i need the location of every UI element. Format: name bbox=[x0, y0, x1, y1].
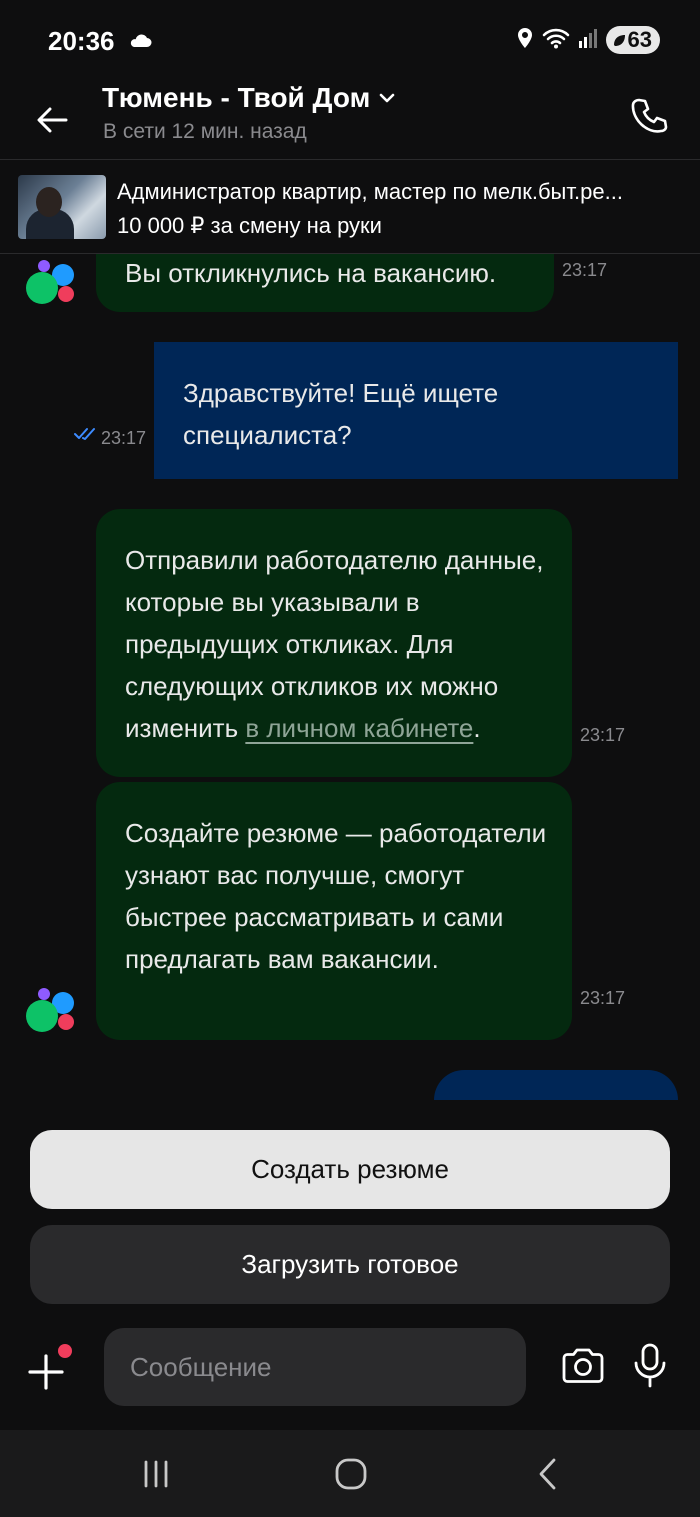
status-time: 20:36 bbox=[48, 26, 115, 56]
status-bar: 20:36 63 bbox=[0, 0, 700, 80]
battery-indicator: 63 bbox=[605, 26, 660, 54]
chevron-down-icon bbox=[379, 93, 395, 103]
message-text-line: Здравствуйте! Ещё ищете bbox=[183, 378, 499, 408]
camera-icon bbox=[562, 1348, 604, 1383]
message-composer bbox=[0, 1320, 700, 1420]
leaf-icon bbox=[612, 27, 626, 53]
outgoing-message: Здравствуйте! Ещё ищете специалиста? bbox=[154, 342, 678, 479]
call-button[interactable] bbox=[626, 92, 674, 140]
message-time: 23:17 bbox=[562, 260, 608, 280]
message-text-line: специалиста? bbox=[183, 420, 352, 450]
chevron-left-icon bbox=[539, 1458, 556, 1490]
incoming-message: Создайте резюме — работодатели узнают ва… bbox=[96, 782, 572, 1040]
message-time: 23:17 bbox=[580, 725, 626, 745]
outgoing-message-partial bbox=[434, 1070, 678, 1100]
status-indicators: 63 bbox=[516, 26, 660, 54]
chat-title: Тюмень - Твой Дом bbox=[102, 82, 371, 113]
notification-dot bbox=[58, 1344, 72, 1358]
system-navigation-bar bbox=[0, 1430, 700, 1517]
upload-resume-button[interactable]: Загрузить готовое bbox=[30, 1225, 670, 1304]
back-button[interactable] bbox=[30, 98, 74, 142]
home-icon bbox=[335, 1458, 367, 1490]
signal-icon bbox=[578, 27, 598, 54]
message-text: Вы откликнулись на вакансию. bbox=[125, 258, 497, 288]
wifi-icon bbox=[542, 27, 570, 54]
message-time: 23:17 bbox=[580, 988, 626, 1008]
plus-icon bbox=[28, 1354, 64, 1390]
message-input[interactable] bbox=[104, 1328, 526, 1406]
battery-level: 63 bbox=[627, 27, 652, 52]
employer-avatar bbox=[26, 988, 78, 1040]
message-list[interactable]: Вы откликнулись на вакансию. 23:17 23:17… bbox=[0, 254, 700, 1100]
cloud-icon bbox=[128, 32, 152, 53]
microphone-icon bbox=[634, 1343, 666, 1388]
incoming-message: Вы откликнулись на вакансию. bbox=[96, 254, 554, 312]
home-button[interactable] bbox=[331, 1456, 371, 1492]
create-resume-button[interactable]: Создать резюме bbox=[30, 1130, 670, 1209]
personal-account-link[interactable]: в личном кабинете bbox=[245, 713, 473, 743]
microphone-button[interactable] bbox=[632, 1342, 672, 1392]
location-icon bbox=[516, 27, 534, 54]
recent-apps-icon bbox=[144, 1460, 168, 1488]
attach-button[interactable] bbox=[26, 1344, 74, 1392]
vacancy-salary: 10 000 ₽ за смену на руки bbox=[117, 213, 382, 238]
message-text-end: . bbox=[473, 713, 481, 743]
message-time: 23:17 bbox=[101, 428, 147, 448]
phone-icon bbox=[631, 98, 668, 133]
online-status: В сети 12 мин. назад bbox=[103, 120, 307, 143]
vacancy-title: Администратор квартир, мастер по мелк.бы… bbox=[117, 179, 623, 204]
arrow-left-icon bbox=[37, 107, 68, 133]
employer-avatar bbox=[26, 260, 78, 312]
vacancy-card[interactable]: Администратор квартир, мастер по мелк.бы… bbox=[0, 161, 700, 254]
chat-header: Тюмень - Твой Дом В сети 12 мин. назад bbox=[0, 80, 700, 160]
chat-title-dropdown[interactable]: Тюмень - Твой Дом bbox=[102, 82, 396, 114]
system-back-button[interactable] bbox=[528, 1456, 568, 1492]
incoming-message: Отправили работодателю данные, которые в… bbox=[96, 509, 572, 777]
camera-button[interactable] bbox=[560, 1346, 608, 1390]
double-check-icon bbox=[74, 427, 98, 446]
message-text: Создайте резюме — работодатели узнают ва… bbox=[125, 818, 547, 974]
recent-apps-button[interactable] bbox=[136, 1456, 176, 1492]
vacancy-thumbnail bbox=[18, 175, 106, 239]
